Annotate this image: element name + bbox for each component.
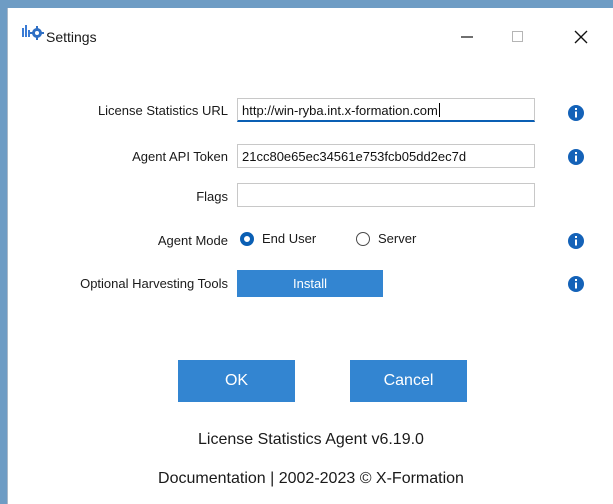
flags-input[interactable] xyxy=(237,183,535,207)
agent-mode-info-icon[interactable] xyxy=(568,233,584,249)
text-caret xyxy=(438,103,440,117)
agent-token-info-icon[interactable] xyxy=(568,149,584,165)
minimize-icon xyxy=(461,36,473,38)
footer-separator: | xyxy=(270,470,275,487)
copyright-text: 2002-2023 © X-Formation xyxy=(278,470,464,487)
license-url-input[interactable]: http://win-ryba.int.x-formation.com xyxy=(237,98,535,122)
agent-token-input[interactable]: 21cc80e65ec34561e753fcb05dd2ec7d xyxy=(237,144,535,168)
agent-token-label: Agent API Token xyxy=(132,149,228,164)
close-icon xyxy=(574,30,588,44)
minimize-button[interactable] xyxy=(444,16,490,50)
version-text: License Statistics Agent v6.19.0 xyxy=(198,431,424,448)
title-bar[interactable]: Settings xyxy=(8,8,613,52)
license-url-label: License Statistics URL xyxy=(97,103,228,118)
app-gear-icon xyxy=(22,24,44,40)
documentation-link[interactable]: Documentation xyxy=(158,470,266,487)
flags-label: Flags xyxy=(196,189,228,204)
harvesting-label: Optional Harvesting Tools xyxy=(80,276,228,291)
settings-window: Settings License Statistics URL http://w… xyxy=(7,8,613,504)
ok-button[interactable]: OK xyxy=(178,360,295,402)
maximize-button[interactable] xyxy=(490,16,536,50)
cancel-button[interactable]: Cancel xyxy=(350,360,467,402)
server-label[interactable]: Server xyxy=(378,231,416,246)
server-radio[interactable] xyxy=(356,232,370,246)
agent-mode-label: Agent Mode xyxy=(157,233,228,248)
footer-links: Documentation | 2002-2023 © X-Formation xyxy=(8,470,613,488)
window-frame-left xyxy=(0,0,7,504)
maximize-icon xyxy=(512,31,523,42)
close-button[interactable] xyxy=(558,16,604,50)
window-title: Settings xyxy=(46,29,97,45)
window-frame-top xyxy=(0,0,613,8)
end-user-radio[interactable] xyxy=(240,232,254,246)
license-url-info-icon[interactable] xyxy=(568,105,584,121)
license-url-value: http://win-ryba.int.x-formation.com xyxy=(242,103,438,118)
harvesting-info-icon[interactable] xyxy=(568,276,584,292)
agent-token-value: 21cc80e65ec34561e753fcb05dd2ec7d xyxy=(242,149,467,164)
install-button[interactable]: Install xyxy=(237,270,383,297)
end-user-label[interactable]: End User xyxy=(262,231,316,246)
